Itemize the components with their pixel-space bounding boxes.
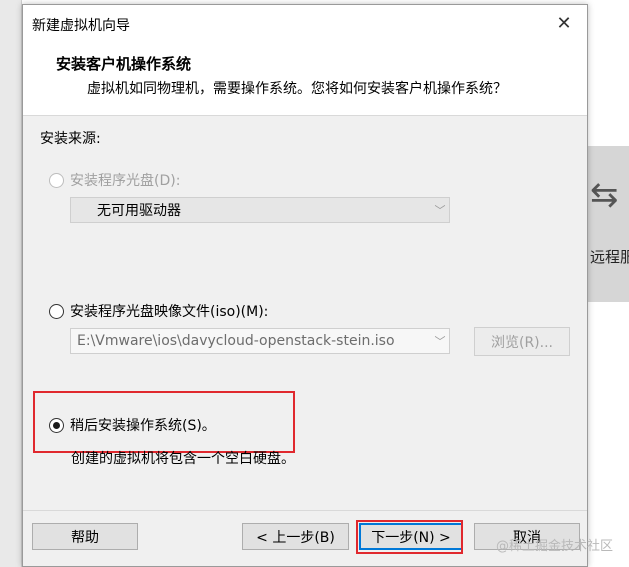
close-button[interactable]: ✕	[541, 5, 587, 41]
header-title: 安装客户机操作系统	[56, 55, 192, 73]
install-later-label: 稍后安装操作系统(S)。	[70, 418, 216, 434]
iso-path-combobox[interactable]: E:\Vmware\ios\davycloud-openstack-stein.…	[70, 328, 450, 354]
background-panel	[588, 146, 629, 302]
background-left-strip	[0, 0, 22, 567]
dialog-title: 新建虚拟机向导	[32, 18, 130, 34]
wizard-header: 安装客户机操作系统 虚拟机如同物理机，需要操作系统。您将如何安装客户机操作系统？	[23, 41, 587, 116]
new-vm-wizard-dialog: 新建虚拟机向导 ✕ 安装客户机操作系统 虚拟机如同物理机，需要操作系统。您将如何…	[22, 4, 588, 567]
install-later-description: 创建的虚拟机将包含一个空白硬盘。	[71, 451, 295, 467]
disc-drive-dropdown[interactable]: 无可用驱动器 ﹀	[70, 197, 450, 223]
iso-label: 安装程序光盘映像文件(iso)(M):	[70, 304, 269, 320]
iso-radio[interactable]	[49, 303, 64, 319]
wizard-body: 安装来源: 安装程序光盘(D): 无可用驱动器 ﹀ 安装程序光盘映像文件(iso…	[23, 116, 587, 510]
header-subtitle: 虚拟机如同物理机，需要操作系统。您将如何安装客户机操作系统？	[87, 81, 507, 97]
close-icon: ✕	[556, 12, 572, 34]
disc-radio[interactable]	[49, 172, 64, 188]
title-bar: 新建虚拟机向导 ✕	[23, 5, 587, 41]
install-later-radio[interactable]	[49, 417, 64, 433]
disc-label: 安装程序光盘(D):	[70, 173, 181, 189]
chevron-down-icon: ﹀	[434, 204, 446, 217]
install-source-label: 安装来源:	[40, 131, 101, 147]
iso-option[interactable]: 安装程序光盘映像文件(iso)(M):	[49, 301, 268, 321]
browse-button[interactable]: 浏览(R)...	[474, 327, 570, 356]
install-later-option[interactable]: 稍后安装操作系统(S)。	[49, 415, 216, 435]
next-button-highlight-box	[356, 520, 463, 554]
back-button[interactable]: < 上一步(B)	[242, 523, 349, 550]
watermark: @稀土掘金技术社区	[496, 539, 614, 554]
help-button[interactable]: 帮助	[32, 523, 138, 550]
iso-path-value[interactable]: E:\Vmware\ios\davycloud-openstack-stein.…	[71, 333, 431, 349]
background-remote-label: 远程服	[590, 248, 629, 266]
chevron-down-icon[interactable]: ﹀	[431, 333, 449, 349]
disc-option[interactable]: 安装程序光盘(D):	[49, 170, 180, 190]
disc-drive-value: 无可用驱动器	[97, 203, 181, 219]
remote-arrow-icon: ⇆	[590, 175, 619, 215]
